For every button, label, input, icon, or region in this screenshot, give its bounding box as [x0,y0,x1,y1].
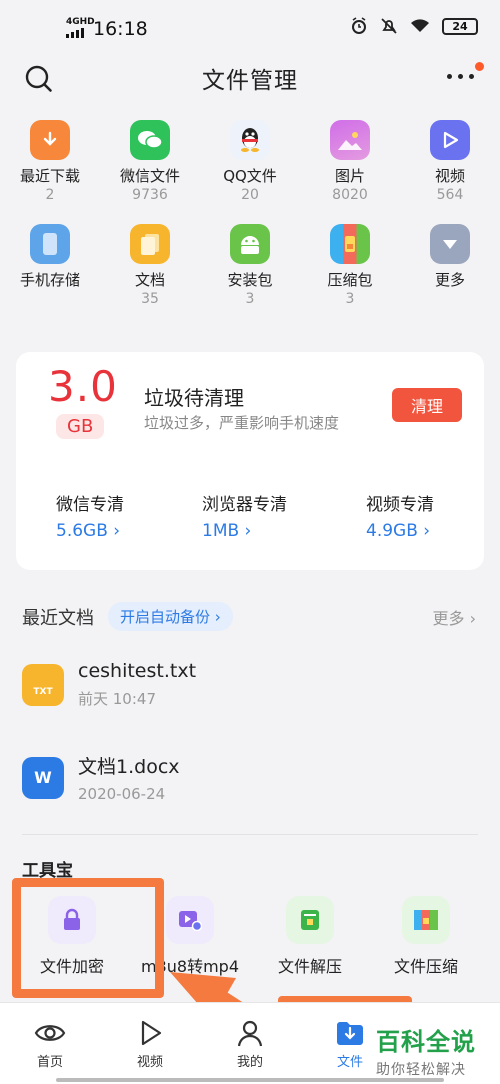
watermark-title: 百科全说 [376,1028,476,1056]
nav-label: 首页 [36,1055,63,1070]
nav-label: 文件 [336,1055,363,1070]
play-icon [141,1020,162,1046]
nav-label: 视频 [136,1055,163,1070]
nav-home[interactable]: 首页 [0,1019,100,1070]
folder-download-icon [337,1022,363,1045]
nav-mine[interactable]: 我的 [200,1019,300,1070]
watermark: 百科全说 助你轻松解决 [376,1022,476,1079]
eye-icon [34,1025,66,1041]
annotation-arrow [170,972,289,1043]
watermark-subtitle: 助你轻松解决 [376,1062,466,1078]
user-icon [237,1020,263,1047]
nav-label: 我的 [236,1055,263,1070]
nav-video[interactable]: 视频 [100,1019,200,1070]
home-indicator [56,1078,444,1082]
